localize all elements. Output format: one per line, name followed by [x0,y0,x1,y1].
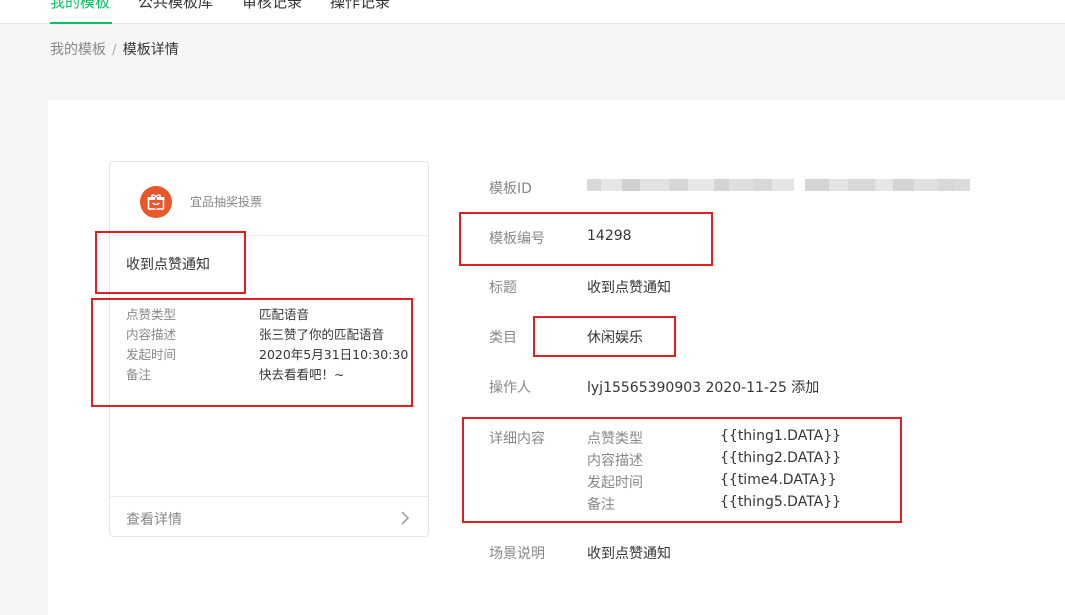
chevron-right-icon [401,511,410,525]
detail-value: {{thing2.DATA}} [720,450,842,466]
breadcrumb-current: 模板详情 [122,42,179,58]
operator-label: 操作人 [489,380,531,396]
detail-value: {{time4.DATA}} [720,472,837,488]
message-preview-card: 宜品抽奖投票 收到点赞通知 点赞类型 匹配语音 内容描述 张三赞了你的匹配语音 … [109,161,429,537]
detail-key: 内容描述 [587,453,643,469]
preview-field-row: 点赞类型 匹配语音 [126,305,426,325]
template-no-value: 14298 [587,228,632,244]
category-value: 休闲娱乐 [587,330,643,346]
preview-title: 收到点赞通知 [126,257,210,273]
view-details-link[interactable]: 查看详情 [110,496,428,536]
card-header: 宜品抽奖投票 [110,162,428,236]
scene-label: 场景说明 [489,546,545,562]
category-label: 类目 [489,330,517,346]
preview-field-row: 发起时间 2020年5月31日10:30:30 [126,345,426,365]
preview-field-key: 备注 [126,367,152,382]
preview-field-value: 快去看看吧！~ [259,367,345,382]
title-value: 收到点赞通知 [587,280,671,296]
template-id-value-redacted [587,179,970,191]
breadcrumb-parent[interactable]: 我的模板 [50,42,106,58]
preview-field-value: 2020年5月31日10:30:30 [259,347,409,362]
preview-field-row: 备注 快去看看吧！~ [126,365,426,385]
scene-value: 收到点赞通知 [587,546,671,562]
active-tab-indicator [50,22,112,24]
gift-icon [140,186,172,218]
template-no-label: 模板编号 [489,231,545,247]
detail-key: 备注 [587,497,615,513]
top-tab-bar: 我的模板 公共模板库 审核记录 操作记录 [0,0,1065,24]
tab-public-library[interactable]: 公共模板库 [138,0,213,13]
preview-field-value: 匹配语音 [259,307,310,322]
app-name: 宜品抽奖投票 [190,195,263,209]
preview-field-value: 张三赞了你的匹配语音 [259,327,385,342]
tab-review-records[interactable]: 审核记录 [242,0,302,13]
preview-field-row: 内容描述 张三赞了你的匹配语音 [126,325,426,345]
tab-operation-records[interactable]: 操作记录 [330,0,390,13]
detail-key: 点赞类型 [587,431,643,447]
preview-field-key: 发起时间 [126,347,177,362]
title-label: 标题 [489,280,517,296]
tab-my-templates[interactable]: 我的模板 [50,0,110,13]
detail-key: 发起时间 [587,475,643,491]
view-details-label: 查看详情 [126,512,182,528]
breadcrumb: 我的模板 / 模板详情 [50,41,179,59]
operator-value: lyj15565390903 2020-11-25 添加 [587,380,820,396]
detail-value: {{thing5.DATA}} [720,494,842,510]
template-id-label: 模板ID [489,181,532,197]
breadcrumb-separator: / [112,42,117,58]
preview-field-list: 点赞类型 匹配语音 内容描述 张三赞了你的匹配语音 发起时间 2020年5月31… [126,305,426,385]
details-label: 详细内容 [489,431,545,447]
preview-field-key: 点赞类型 [126,307,177,322]
preview-field-key: 内容描述 [126,327,177,342]
detail-value: {{thing1.DATA}} [720,428,842,444]
